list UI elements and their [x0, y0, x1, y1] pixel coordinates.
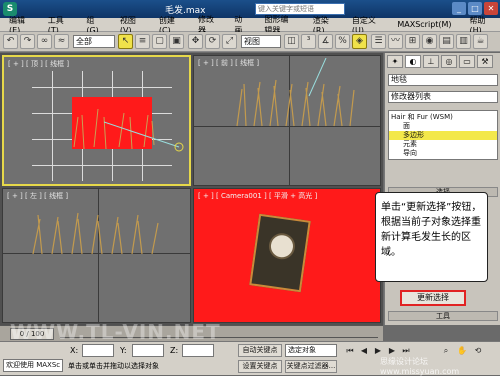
grid-line — [32, 165, 172, 166]
unlink-icon[interactable]: ≈ — [54, 34, 69, 49]
viewport-front-label[interactable]: [ + ] [ 前 ] [ 线框 ] — [198, 58, 259, 68]
mirror-icon[interactable]: ◈ — [352, 34, 367, 49]
light-target-line — [104, 121, 184, 152]
stack-item-guides[interactable]: 导向 — [403, 149, 500, 158]
menu-maxscript[interactable]: MAXScript(M) — [388, 20, 460, 29]
goto-start-icon[interactable]: ⏮ — [344, 345, 356, 357]
viewport-top[interactable]: [ + ] [ 顶 ] [ 线框 ] — [2, 55, 191, 186]
viewport-left[interactable]: [ + ] [ 左 ] [ 线框 ] — [2, 188, 191, 323]
move-icon[interactable]: ✥ — [188, 34, 203, 49]
viewport-front[interactable]: [ + ] [ 前 ] [ 线框 ] — [193, 55, 381, 186]
menu-bar: 编辑(E) 工具(T) 组(G) 视图(V) 创建(C) 修改器 动画 图形编辑… — [0, 15, 500, 35]
motion-tab-icon[interactable]: ◎ — [441, 55, 457, 68]
viewport-camera[interactable]: [ + ] [ Camera001 ] [ 平滑 + 高光 ] — [193, 188, 381, 323]
redo-icon[interactable]: ↷ — [20, 34, 35, 49]
command-panel: ✦ ◐ ⊥ ◎ ▭ ⚒ 地毯 修改器列表 Hair 和 Fur (WSM) 面 … — [384, 53, 500, 325]
hair-strands — [32, 212, 159, 255]
maxscript-listener[interactable]: 欢迎使用 MAXSc — [3, 359, 63, 372]
curve-editor-icon[interactable]: 〰 — [388, 34, 403, 49]
stack-item-polygon[interactable]: 多边形 — [389, 131, 497, 140]
selection-filter-dropdown[interactable]: 全部 — [73, 35, 115, 48]
window-crossing-icon[interactable]: ▣ — [169, 34, 184, 49]
prompt-line: 单击或单击并拖动以选择对象 — [68, 362, 159, 370]
angle-snap-icon[interactable]: ∡ — [318, 34, 333, 49]
percent-snap-icon[interactable]: % — [335, 34, 350, 49]
rotate-icon[interactable]: ⟳ — [205, 34, 220, 49]
quick-render-icon[interactable]: ☕ — [473, 34, 488, 49]
undo-icon[interactable]: ↶ — [3, 34, 18, 49]
z-coordinate-field[interactable] — [182, 344, 214, 357]
snap-icon[interactable]: ³ — [301, 34, 316, 49]
select-by-name-icon[interactable]: ≡ — [135, 34, 150, 49]
create-tab-icon[interactable]: ✦ — [387, 55, 403, 68]
x-label: X: — [70, 346, 79, 355]
scale-icon[interactable]: ⤢ — [222, 34, 237, 49]
y-label: Y: — [120, 346, 127, 355]
coffee-cup-icon — [267, 231, 297, 261]
background-watermark: WWW.TL-VIN.NET — [10, 320, 221, 344]
x-coordinate-field[interactable] — [82, 344, 114, 357]
update-selection-button[interactable]: 更新选择 — [400, 290, 466, 306]
utilities-tab-icon[interactable]: ⚒ — [477, 55, 493, 68]
viewport-area: [ + ] [ 顶 ] [ 线框 ] [ + ] [ 前 ] [ 线框 ] [ … — [0, 53, 383, 325]
viewport-top-label[interactable]: [ + ] [ 顶 ] [ 线框 ] — [8, 59, 69, 69]
pivot-icon[interactable]: ◫ — [284, 34, 299, 49]
object-name-field[interactable]: 地毯 — [388, 74, 498, 86]
tools-rollout[interactable]: 工具 — [388, 311, 498, 321]
y-coordinate-field[interactable] — [132, 344, 164, 357]
display-tab-icon[interactable]: ▭ — [459, 55, 475, 68]
modifier-stack: Hair 和 Fur (WSM) 面 多边形 元素 导向 — [388, 110, 498, 160]
render-setup-icon[interactable]: ▤ — [439, 34, 454, 49]
select-object-icon[interactable]: ↖ — [118, 34, 133, 49]
auto-key-button[interactable]: 自动关键点 — [238, 344, 282, 357]
render-frame-icon[interactable]: ▥ — [456, 34, 471, 49]
stack-item-face[interactable]: 面 — [403, 122, 500, 131]
minimize-icon[interactable]: _ — [452, 2, 466, 15]
key-filters-button[interactable]: 关键点过滤器... — [285, 360, 337, 373]
z-label: Z: — [170, 346, 179, 355]
rect-selection-icon[interactable]: ▢ — [152, 34, 167, 49]
viewport-camera-label[interactable]: [ + ] [ Camera001 ] [ 平滑 + 高光 ] — [198, 191, 317, 201]
schematic-view-icon[interactable]: ⊞ — [405, 34, 420, 49]
light-icon — [308, 58, 327, 97]
grid-line — [52, 71, 53, 181]
layer-manager-icon[interactable]: ☰ — [371, 34, 386, 49]
material-editor-icon[interactable]: ◉ — [422, 34, 437, 49]
hierarchy-tab-icon[interactable]: ⊥ — [423, 55, 439, 68]
main-toolbar: ↶ ↷ ∞ ≈ 全部 ↖ ≡ ▢ ▣ ✥ ⟳ ⤢ 视图 ◫ ³ ∡ % ◈ ☰ … — [0, 32, 500, 52]
close-icon[interactable]: ✕ — [484, 2, 498, 15]
rendered-carpet-image — [249, 213, 311, 293]
prev-frame-icon[interactable]: ◀ — [358, 345, 370, 357]
set-key-button[interactable]: 设置关键点 — [238, 360, 282, 373]
selected-dropdown[interactable]: 选定对象 — [285, 344, 337, 357]
tutorial-callout: 单击“更新选择”按钮，根据当前子对象选择重新计算毛发生长的区域。 — [375, 192, 488, 282]
modifier-list-dropdown[interactable]: 修改器列表 — [388, 91, 498, 103]
stack-item-hair-fur[interactable]: Hair 和 Fur (WSM) — [391, 113, 499, 122]
stack-item-element[interactable]: 元素 — [403, 140, 500, 149]
link-icon[interactable]: ∞ — [37, 34, 52, 49]
modify-tab-icon[interactable]: ◐ — [405, 55, 421, 68]
maximize-icon[interactable]: □ — [468, 2, 482, 15]
reference-coord-dropdown[interactable]: 视图 — [241, 35, 281, 48]
hair-strands — [236, 79, 355, 127]
site-watermark: 思缘设计论坛 www.missyuan.com — [380, 357, 460, 376]
viewport-left-label[interactable]: [ + ] [ 左 ] [ 线框 ] — [7, 191, 68, 201]
